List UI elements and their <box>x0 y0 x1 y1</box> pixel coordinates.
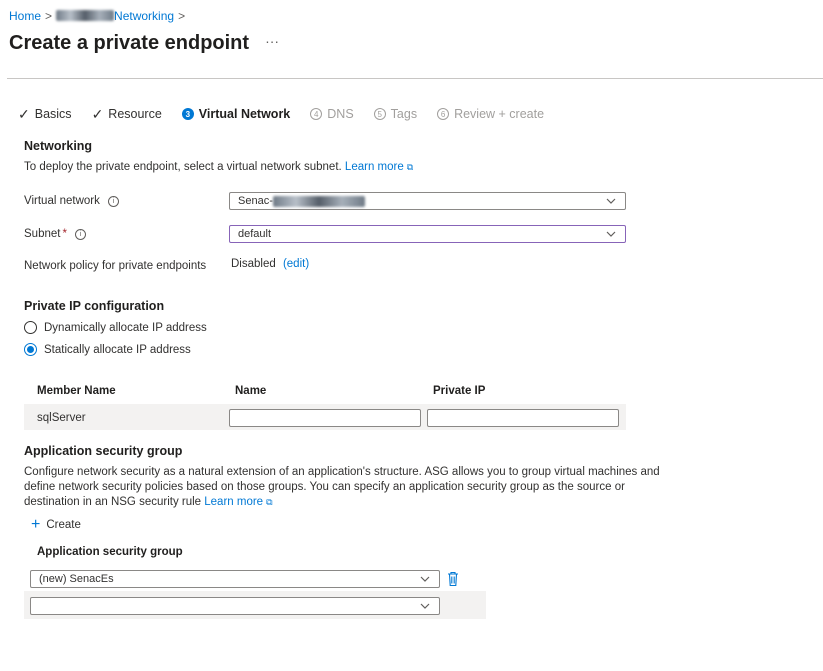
virtual-network-value: Senac- <box>238 195 273 207</box>
tab-tags-label: Tags <box>390 107 418 121</box>
asg-heading: Application security group <box>24 444 183 458</box>
tab-resource-label: Resource <box>108 107 162 121</box>
step-6-icon: 6 <box>437 108 450 120</box>
col-header-name: Name <box>235 385 267 397</box>
breadcrumb: Home > Networking > <box>9 9 189 23</box>
learn-more-link[interactable]: Learn more ⧉ <box>345 161 413 173</box>
required-marker: * <box>62 228 67 240</box>
network-policy-value: Disabled <box>231 258 276 270</box>
step-3-icon: 3 <box>181 108 194 120</box>
tab-basics-label: Basics <box>34 107 72 121</box>
step-5-icon: 5 <box>373 108 386 120</box>
redacted-vnet-name <box>272 195 365 207</box>
page-title: Create a private endpoint <box>9 32 250 54</box>
tab-dns[interactable]: 4 DNS <box>310 107 354 121</box>
subnet-value: default <box>238 228 272 240</box>
learn-more-text: Learn more <box>344 161 404 173</box>
external-link-icon: ⧉ <box>406 162 414 172</box>
external-link-icon: ⧉ <box>266 497 273 507</box>
page-title-row: Create a private endpoint ··· <box>9 32 279 55</box>
breadcrumb-separator-trailing: > <box>178 9 186 23</box>
asg-description-line3-text: destination in an NSG security rule <box>24 496 202 508</box>
asg-select-1-value: (new) SenacEs <box>39 573 114 585</box>
asg-select-2[interactable] <box>30 597 440 615</box>
asg-learn-more-link[interactable]: Learn more ⧉ <box>204 496 272 508</box>
chevron-down-icon <box>420 576 430 582</box>
tab-resource[interactable]: ✓ Resource <box>92 106 162 123</box>
radio-static-ip[interactable]: Statically allocate IP address <box>24 343 191 356</box>
tab-basics[interactable]: ✓ Basics <box>18 106 72 123</box>
more-options-button[interactable]: ··· <box>265 33 279 49</box>
chevron-down-icon <box>606 231 616 237</box>
plus-icon: + <box>31 516 41 533</box>
tab-virtual-network-label: Virtual Network <box>198 107 291 121</box>
asg-select-1[interactable]: (new) SenacEs <box>30 570 440 588</box>
subnet-label-text: Subnet <box>24 228 61 240</box>
tab-tags[interactable]: 5 Tags <box>373 107 418 121</box>
header-divider <box>7 78 823 79</box>
radio-button[interactable] <box>24 321 37 334</box>
virtual-network-label-text: Virtual network <box>24 195 100 207</box>
name-input[interactable] <box>229 409 421 427</box>
tab-review-create[interactable]: 6 Review + create <box>437 107 544 121</box>
subnet-label: Subnet * i <box>24 228 86 240</box>
network-policy-edit-link[interactable]: (edit) <box>283 258 309 270</box>
info-icon[interactable]: i <box>74 228 86 240</box>
radio-dynamic-label: Dynamically allocate IP address <box>44 321 207 334</box>
breadcrumb-home[interactable]: Home <box>9 9 41 23</box>
network-policy-label: Network policy for private endpoints <box>24 260 207 272</box>
tab-review-create-label: Review + create <box>454 107 545 121</box>
private-ip-input[interactable] <box>427 409 619 427</box>
trash-icon[interactable] <box>446 571 460 587</box>
radio-dynamic-ip[interactable]: Dynamically allocate IP address <box>24 321 207 334</box>
tab-virtual-network[interactable]: 3 Virtual Network <box>181 107 291 121</box>
checkmark-icon: ✓ <box>91 105 104 122</box>
networking-heading: Networking <box>24 139 93 153</box>
asg-description-line2: define network security policies based o… <box>24 481 625 493</box>
create-asg-label: Create <box>46 519 81 531</box>
networking-description-text: To deploy the private endpoint, select a… <box>24 161 342 173</box>
breadcrumb-networking[interactable]: Networking <box>114 9 174 23</box>
create-asg-button[interactable]: + Create <box>31 516 81 534</box>
wizard-tabs: ✓ Basics ✓ Resource 3 Virtual Network 4 … <box>18 103 564 125</box>
member-name-cell: sqlServer <box>37 412 86 424</box>
col-header-private-ip: Private IP <box>433 385 486 397</box>
networking-description: To deploy the private endpoint, select a… <box>24 161 413 173</box>
step-4-icon: 4 <box>310 108 323 120</box>
subnet-select[interactable]: default <box>229 225 626 243</box>
asg-description-line1: Configure network security as a natural … <box>24 466 660 478</box>
checkmark-icon: ✓ <box>18 105 30 122</box>
tab-dns-label: DNS <box>327 107 354 121</box>
radio-static-label: Statically allocate IP address <box>44 343 191 356</box>
network-policy-value-row: Disabled (edit) <box>231 258 309 270</box>
virtual-network-select[interactable]: Senac- <box>229 192 626 210</box>
chevron-down-icon <box>420 603 430 609</box>
asg-col-header: Application security group <box>37 546 183 558</box>
col-header-member-name: Member Name <box>37 385 116 397</box>
asg-description-line3: destination in an NSG security rule Lear… <box>24 496 273 508</box>
breadcrumb-separator: > <box>45 9 53 23</box>
redacted-resource-name <box>56 10 115 21</box>
radio-button-selected[interactable] <box>24 343 37 356</box>
chevron-down-icon <box>606 198 616 204</box>
private-ip-heading: Private IP configuration <box>24 299 165 313</box>
asg-learn-more-text: Learn more <box>204 496 264 508</box>
virtual-network-label: Virtual network i <box>24 195 119 207</box>
info-icon[interactable]: i <box>107 195 119 207</box>
